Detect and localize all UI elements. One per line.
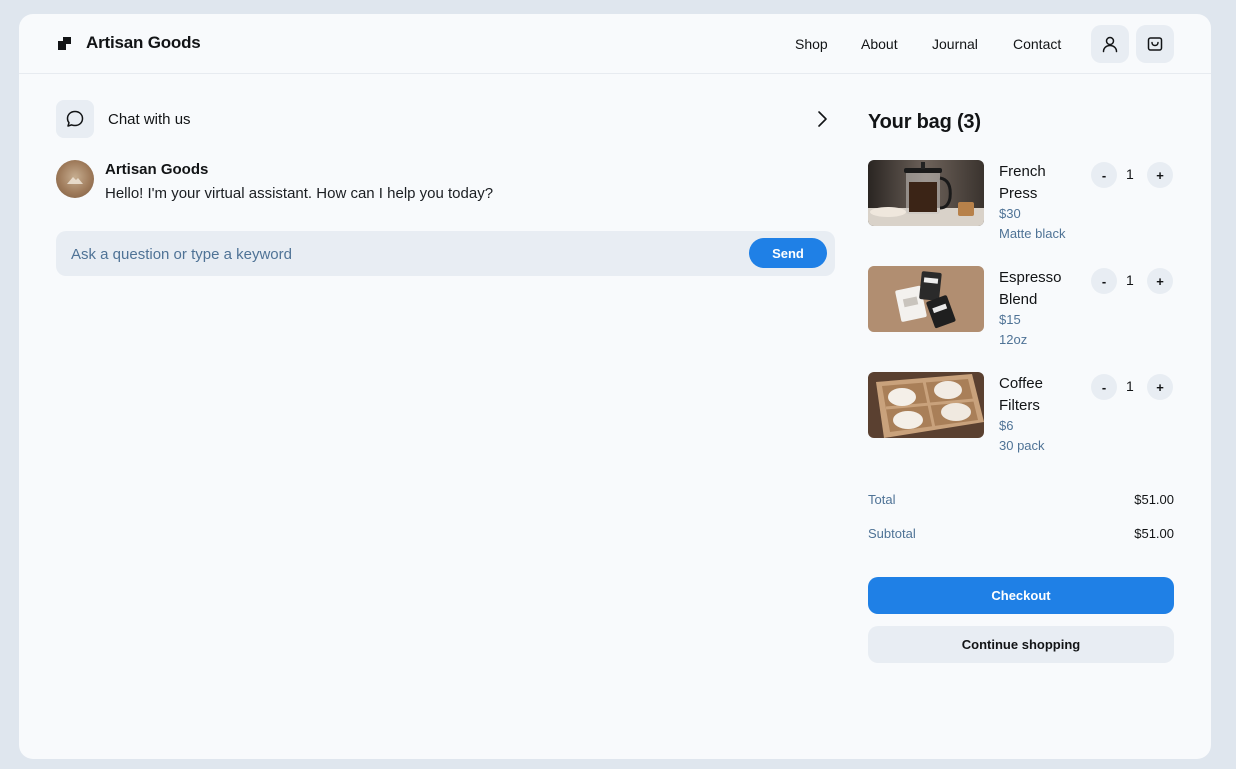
product-image-coffee-filters[interactable]	[868, 372, 984, 438]
quantity-decrease-button[interactable]: -	[1091, 374, 1117, 400]
quantity-value: 1	[1126, 272, 1134, 288]
top-navigation-bar: Artisan Goods Shop About Journal Contact	[19, 14, 1211, 74]
item-variant: 12oz	[999, 332, 1028, 347]
quantity-increase-button[interactable]: +	[1147, 162, 1173, 188]
quantity-decrease-button[interactable]: -	[1091, 268, 1117, 294]
quantity-increase-button[interactable]: +	[1147, 268, 1173, 294]
chat-input[interactable]	[71, 243, 731, 265]
assistant-avatar	[56, 160, 94, 198]
shopping-bag-icon	[1147, 37, 1163, 51]
chat-header-icon-tile	[56, 100, 94, 138]
cart-item: Coffee Filters $6 30 pack - 1 +	[868, 372, 1174, 472]
logo-mark-icon	[58, 37, 71, 50]
item-name[interactable]: French Press	[999, 161, 1079, 205]
chevron-right-icon	[818, 111, 827, 127]
total-value: $51.00	[1134, 492, 1174, 507]
cart-item: Espresso Blend $15 12oz - 1 +	[868, 266, 1174, 366]
item-price: $6	[999, 418, 1014, 433]
quantity-increase-button[interactable]: +	[1147, 374, 1173, 400]
chat-expand-button[interactable]	[814, 109, 830, 134]
item-price: $15	[999, 312, 1021, 327]
bag-title: Your bag (3)	[868, 111, 981, 133]
subtotal-label: Subtotal	[868, 526, 916, 541]
cart-item: French Press $30 Matte black - 1 +	[868, 160, 1174, 260]
nav-link-shop[interactable]: Shop	[795, 36, 828, 52]
subtotal-value: $51.00	[1134, 526, 1174, 541]
quantity-value: 1	[1126, 378, 1134, 394]
chat-bubble-icon	[66, 110, 84, 127]
checkout-button[interactable]: Checkout	[868, 577, 1174, 614]
total-label: Total	[868, 492, 896, 507]
chat-title: Chat with us	[108, 111, 191, 128]
nav-link-contact[interactable]: Contact	[1013, 36, 1061, 52]
brand-name[interactable]: Artisan Goods	[86, 33, 201, 53]
cart-button[interactable]	[1136, 25, 1174, 63]
quantity-decrease-button[interactable]: -	[1091, 162, 1117, 188]
product-image-espresso-blend[interactable]	[868, 266, 984, 332]
account-button[interactable]	[1091, 25, 1129, 63]
nav-link-about[interactable]: About	[861, 36, 898, 52]
assistant-message: Hello! I'm your virtual assistant. How c…	[105, 185, 494, 202]
mountain-logo-icon	[67, 177, 83, 184]
item-variant: 30 pack	[999, 438, 1045, 453]
product-image-french-press[interactable]	[868, 160, 984, 226]
item-variant: Matte black	[999, 226, 1066, 241]
item-name[interactable]: Espresso Blend	[999, 267, 1079, 311]
send-button[interactable]: Send	[749, 238, 827, 268]
nav-link-journal[interactable]: Journal	[932, 36, 978, 52]
item-name[interactable]: Coffee Filters	[999, 373, 1079, 417]
item-price: $30	[999, 206, 1021, 221]
continue-shopping-button[interactable]: Continue shopping	[868, 626, 1174, 663]
app-window: Artisan Goods Shop About Journal Contact…	[19, 14, 1211, 759]
chat-composer: Send	[56, 231, 835, 276]
message-sender: Artisan Goods	[105, 161, 209, 178]
quantity-value: 1	[1126, 166, 1134, 182]
user-icon	[1102, 36, 1118, 53]
